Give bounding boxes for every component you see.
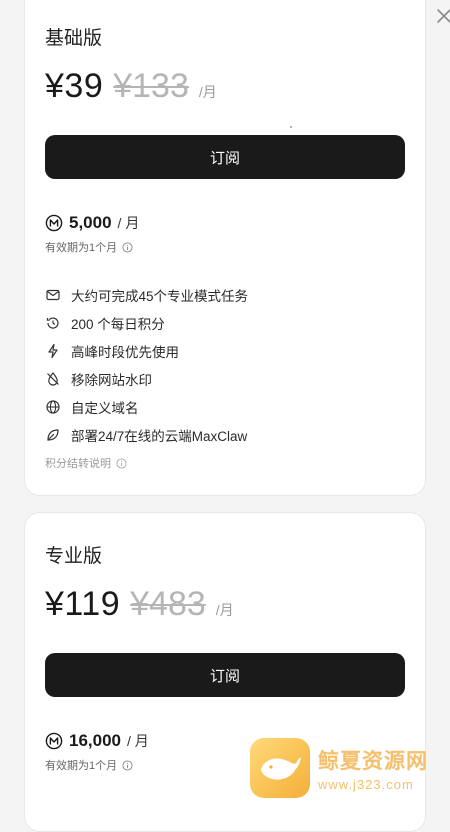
watermark: 鲸夏资源网 www.j323.com bbox=[250, 736, 450, 800]
current-price: ¥119 bbox=[45, 585, 121, 623]
history-icon bbox=[45, 315, 61, 331]
feature-item: 200 个每日积分 bbox=[45, 309, 405, 337]
close-icon bbox=[437, 9, 450, 23]
validity: 有效期为1个月 bbox=[45, 757, 133, 773]
feature-item: 自定义域名 bbox=[45, 393, 405, 421]
feature-text: 部署24/7在线的云端MaxClaw bbox=[71, 429, 248, 444]
feature-text: 移除网站水印 bbox=[71, 373, 152, 388]
feature-text: 高峰时段优先使用 bbox=[71, 345, 179, 360]
feature-list: 大约可完成45个专业模式任务 200 个每日积分 高峰时段优先使用 移除网站水印… bbox=[45, 281, 405, 449]
credits-row: 16,000 / 月 bbox=[45, 731, 149, 751]
credits-value: 16,000 bbox=[69, 731, 121, 750]
note-text: 积分结转说明 bbox=[45, 458, 111, 470]
credit-rollover-note[interactable]: 积分结转说明 bbox=[45, 455, 127, 471]
feature-item: 大约可完成45个专业模式任务 bbox=[45, 281, 405, 309]
plan-card-basic: 基础版 ¥39 ¥133 /月 订阅 5,000 / 月 有效期为1个月 大约可… bbox=[24, 0, 450, 496]
watermark-text: 鲸夏资源网 www.j323.com bbox=[318, 745, 428, 792]
feature-item: 高峰时段优先使用 bbox=[45, 337, 405, 365]
price-row: ¥119 ¥483 /月 bbox=[45, 585, 234, 624]
no-drop-icon bbox=[45, 371, 61, 387]
current-price: ¥39 bbox=[45, 67, 104, 105]
leaf-icon bbox=[45, 427, 61, 443]
credits-icon bbox=[45, 732, 63, 750]
price-unit: /月 bbox=[198, 84, 217, 100]
price-row: ¥39 ¥133 /月 bbox=[45, 67, 217, 106]
feature-item: 部署24/7在线的云端MaxClaw bbox=[45, 421, 405, 449]
original-price: ¥483 bbox=[130, 585, 206, 623]
globe-icon bbox=[45, 399, 61, 415]
credits-icon bbox=[45, 214, 63, 232]
info-icon[interactable] bbox=[122, 241, 133, 253]
watermark-url: www.j323.com bbox=[318, 776, 414, 792]
credits-value: 5,000 bbox=[69, 213, 112, 232]
subscribe-button[interactable]: 订阅 bbox=[45, 653, 405, 697]
feature-text: 200 个每日积分 bbox=[71, 317, 165, 332]
feature-item: 移除网站水印 bbox=[45, 365, 405, 393]
validity: 有效期为1个月 bbox=[45, 239, 133, 255]
info-icon[interactable] bbox=[122, 759, 133, 771]
subscribe-button[interactable]: 订阅 bbox=[45, 135, 405, 179]
close-button[interactable] bbox=[431, 3, 450, 29]
validity-text: 有效期为1个月 bbox=[45, 242, 118, 254]
mail-icon bbox=[45, 287, 61, 303]
watermark-title: 鲸夏资源网 bbox=[318, 749, 428, 773]
plan-name: 基础版 bbox=[45, 28, 103, 49]
feature-text: 自定义域名 bbox=[71, 401, 139, 416]
original-price: ¥133 bbox=[113, 67, 189, 105]
price-unit: /月 bbox=[215, 602, 234, 618]
credits-unit: / 月 bbox=[117, 215, 140, 231]
decorative-dot bbox=[290, 126, 292, 128]
plan-name: 专业版 bbox=[45, 546, 103, 567]
credits-row: 5,000 / 月 bbox=[45, 213, 139, 233]
feature-text: 大约可完成45个专业模式任务 bbox=[71, 289, 249, 304]
info-icon bbox=[116, 457, 127, 469]
credits-unit: / 月 bbox=[127, 733, 149, 749]
whale-logo-icon bbox=[250, 738, 310, 798]
validity-text: 有效期为1个月 bbox=[45, 760, 118, 772]
lightning-icon bbox=[45, 343, 61, 359]
